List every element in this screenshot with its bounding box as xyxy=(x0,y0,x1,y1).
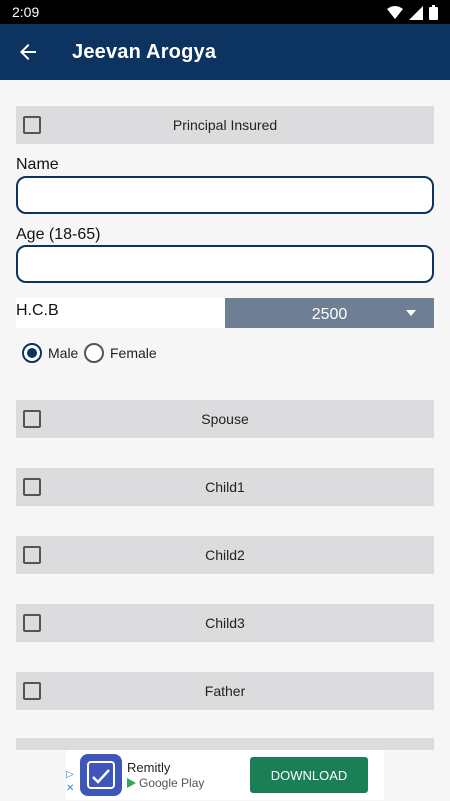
child1-label: Child1 xyxy=(205,479,245,495)
child3-label: Child3 xyxy=(205,615,245,631)
status-time: 2:09 xyxy=(12,4,40,20)
ad-store-label: Google Play xyxy=(139,776,205,790)
male-label: Male xyxy=(48,345,79,361)
female-label: Female xyxy=(110,345,157,361)
father-label: Father xyxy=(204,683,246,699)
ad-download-button[interactable]: DOWNLOAD xyxy=(250,757,368,793)
member-row-child2[interactable]: Child2 xyxy=(16,536,434,574)
principal-insured-row[interactable]: Principal Insured xyxy=(16,106,434,144)
gender-male-option[interactable]: Male xyxy=(22,343,78,363)
member-row-spouse[interactable]: Spouse xyxy=(16,400,434,438)
gender-female-option[interactable]: Female xyxy=(84,343,157,363)
ad-brand: Remitly xyxy=(127,760,171,775)
age-field[interactable] xyxy=(16,245,434,283)
member-row-child3[interactable]: Child3 xyxy=(16,604,434,642)
name-label: Name xyxy=(16,156,59,173)
ad-store: Google Play xyxy=(127,776,204,790)
hcb-label: H.C.B xyxy=(16,302,59,319)
remitly-logo-icon xyxy=(80,754,122,796)
member-row-father[interactable]: Father xyxy=(16,672,434,710)
principal-insured-label: Principal Insured xyxy=(172,117,278,133)
child2-label: Child2 xyxy=(205,547,245,563)
age-label: Age (18-65) xyxy=(16,226,101,243)
female-radio[interactable] xyxy=(84,343,104,363)
dropdown-caret-icon xyxy=(406,310,416,316)
app-bar: Jeevan Arogya xyxy=(0,24,450,80)
member-row-child1[interactable]: Child1 xyxy=(16,468,434,506)
play-store-icon xyxy=(127,778,136,788)
page-title: Jeevan Arogya xyxy=(72,41,217,63)
male-radio[interactable] xyxy=(22,343,42,363)
member-row-partial[interactable] xyxy=(16,738,434,750)
name-field[interactable] xyxy=(16,176,434,214)
wifi-icon xyxy=(387,5,403,19)
status-icons xyxy=(387,5,438,20)
back-arrow-icon[interactable] xyxy=(16,40,40,64)
spouse-label: Spouse xyxy=(201,411,249,427)
signal-icon xyxy=(409,5,423,20)
hcb-dropdown[interactable]: 2500 xyxy=(225,298,434,328)
status-bar: 2:09 xyxy=(0,0,450,24)
hcb-selected-value: 2500 xyxy=(311,306,348,323)
ad-choices-icon[interactable]: ▷ ✕ xyxy=(66,768,74,796)
battery-icon xyxy=(429,5,438,20)
ad-banner[interactable]: Remitly Google Play DOWNLOAD xyxy=(66,750,384,800)
